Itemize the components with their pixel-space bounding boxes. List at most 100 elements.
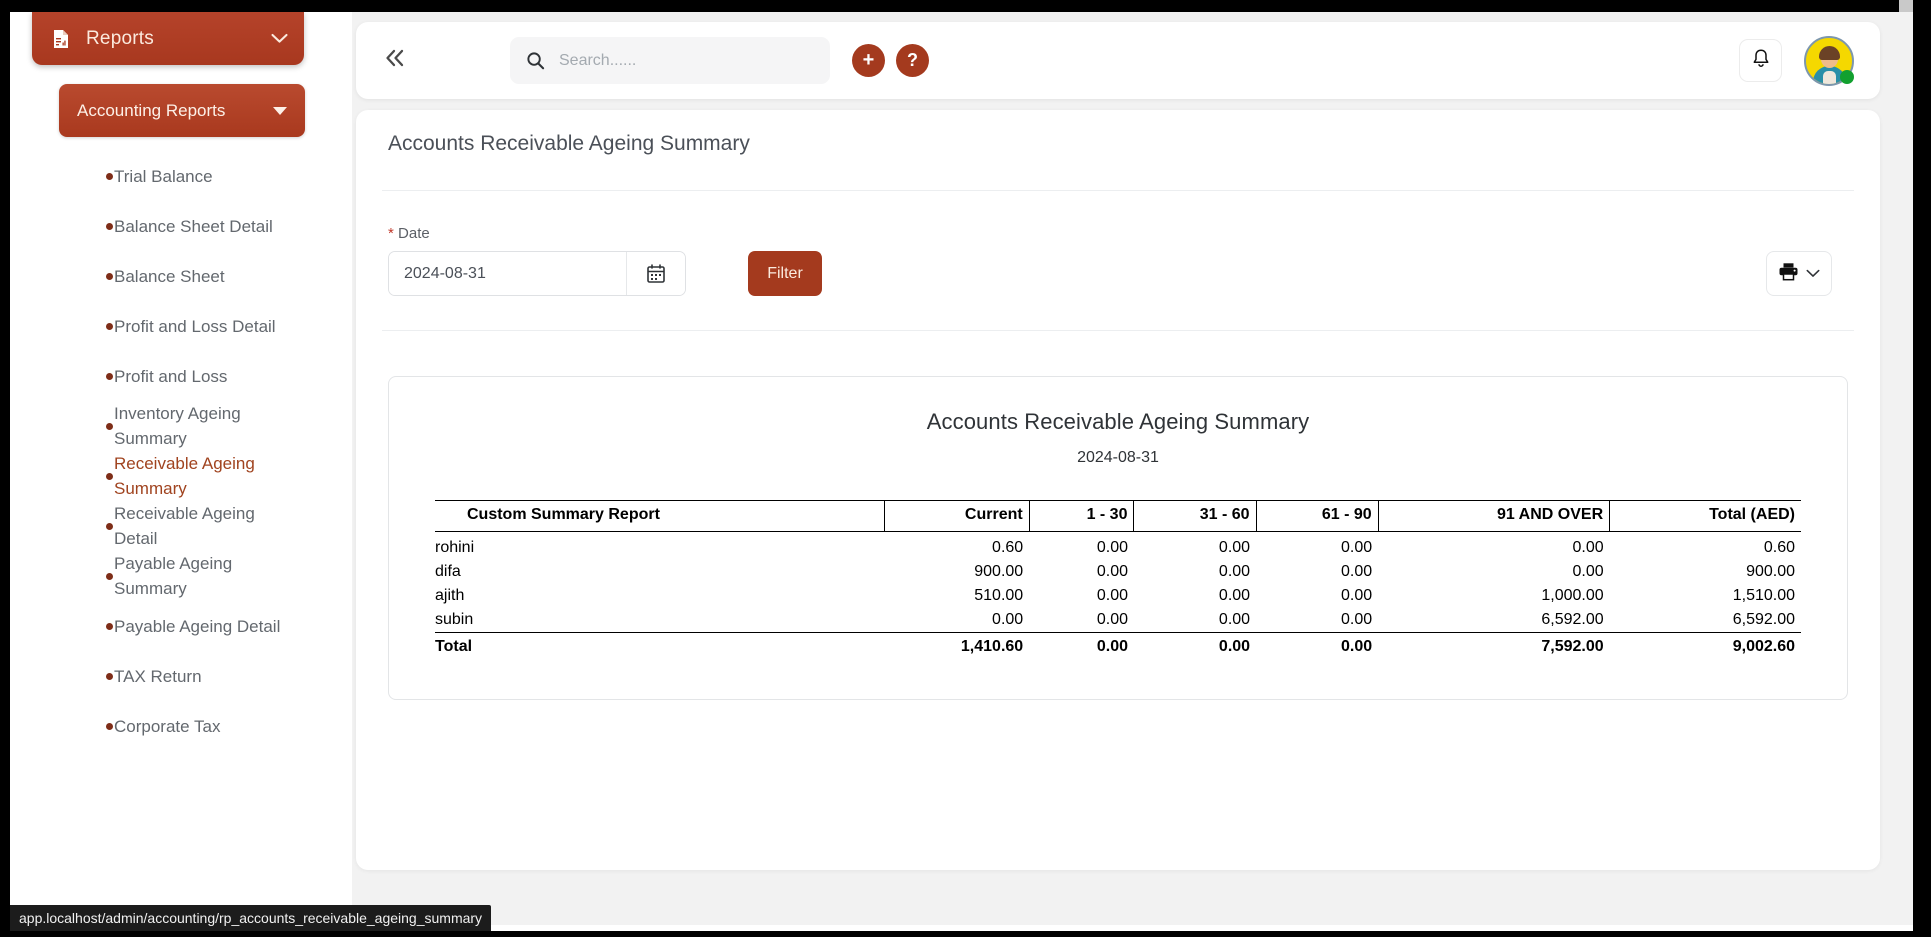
bullet-icon [106,322,113,330]
sidebar-item-label: Receivable Ageing Summary [114,454,255,498]
sidebar-item-payable-ageing-summary[interactable]: Payable Ageing Summary [10,551,343,601]
row-value: 0.00 [1218,611,1251,628]
status-online-indicator [1840,69,1854,84]
help-button[interactable]: ? [896,44,929,77]
total-value: 0.00 [1029,632,1134,659]
row-value: 0.60 [992,539,1024,556]
total-value: 1,410.60 [884,632,1030,659]
row-value: 0.00 [1341,563,1373,580]
add-button[interactable]: + [852,44,885,77]
sidebar-header-reports[interactable]: Reports [32,12,304,65]
row-value: 0.00 [1218,587,1251,604]
date-label: * Date [388,225,686,242]
row-value: 0.60 [1763,539,1795,556]
status-bar-url: app.localhost/admin/accounting/rp_accoun… [19,910,483,926]
bullet-icon [106,372,113,380]
column-header: Current [884,500,1030,532]
row-value: 0.00 [1218,539,1251,556]
sidebar-item-label: Inventory Ageing Summary [114,404,241,448]
column-header: 61 - 90 [1256,500,1379,532]
report-date: 2024-08-31 [1077,449,1159,466]
print-button[interactable] [1766,251,1832,296]
search-input[interactable] [559,51,814,70]
table-header: Custom Summary Report Current 1 - 30 31 - 6… [435,500,1801,532]
row-value: 1,000.00 [1541,587,1604,604]
column-header: Custom Summary Report [435,500,886,532]
top-navigation-bar: + ? [356,22,1880,99]
sidebar-item-trial-balance[interactable]: Trial Balance [10,151,343,201]
caret-down-icon [273,106,287,115]
row-value: 0.00 [1341,539,1373,556]
row-value: 0.00 [1096,563,1128,580]
date-field-group: * Date [388,225,686,296]
content-card: Accounts Receivable Ageing Summary * Dat… [356,110,1880,870]
sidebar-item-inventory-ageing-summary[interactable]: Inventory Ageing Summary [10,401,343,451]
calendar-icon[interactable] [626,252,685,295]
date-label-text: Date [398,225,430,242]
table-total-row: Total 1,410.60 0.00 0.00 0.00 7,592.00 9,002.6… [435,632,1801,659]
avatar[interactable] [1804,35,1854,86]
sidebar-item-label: Balance Sheet [114,266,225,286]
date-input[interactable] [389,252,626,295]
row-value: 6,592.00 [1541,611,1604,628]
sidebar-item-label: Payable Ageing Summary [114,554,233,598]
sidebar-item-corporate-tax[interactable]: Corporate Tax [10,701,343,751]
sidebar-item-label: Corporate Tax [114,716,221,736]
table-body: rohini 0.60 0.00 0.00 0.00 0.00 0.60 difa 900.00… [435,532,1801,633]
report-title: Accounts Receivable Ageing Summary [926,409,1310,434]
sidebar-item-tax-return[interactable]: TAX Return [10,651,343,701]
row-value: 0.00 [1096,539,1128,556]
row-name: rohini [435,539,475,556]
window-top-border [0,0,1931,12]
sidebar-item-payable-ageing-detail[interactable]: Payable Ageing Detail [10,601,343,651]
bell-icon [1751,48,1771,74]
sidebar-item-label: Trial Balance [114,166,213,186]
search-icon [526,51,545,70]
required-asterisk: * [388,225,394,242]
row-value: 900.00 [1746,563,1795,580]
notifications-button[interactable] [1739,39,1782,82]
main-area: + ? [352,12,1913,925]
page-title: Accounts Receivable Ageing Summary [388,132,750,155]
search-box[interactable] [510,37,830,84]
bullet-icon [106,272,113,280]
bullet-icon [106,622,113,630]
row-value: 0.00 [1572,563,1604,580]
sidebar-item-profit-and-loss-detail[interactable]: Profit and Loss Detail [10,301,343,351]
table-row: subin 0.00 0.00 0.00 0.00 6,592.00 6,592.00 [435,608,1801,633]
sidebar-item-receivable-ageing-detail[interactable]: Receivable Ageing Detail [10,501,343,551]
window-left-border [0,0,10,937]
table-row: rohini 0.60 0.00 0.00 0.00 0.00 0.60 [435,532,1801,561]
row-value: 0.00 [1341,587,1373,604]
window-bottom-border [0,931,1931,937]
sidebar-item-label: Profit and Loss [114,366,228,386]
sidebar-item-profit-and-loss[interactable]: Profit and Loss [10,351,343,401]
sidebar: Reports Accounting Reports Trial Balance… [10,12,343,925]
column-header: 1 - 30 [1029,500,1135,532]
table-row: difa 900.00 0.00 0.00 0.00 0.00 900.00 [435,560,1801,584]
date-input-wrapper[interactable] [388,251,686,296]
ageing-summary-table: Custom Summary Report Current 1 - 30 31 - 6… [435,500,1801,659]
double-chevron-left-icon[interactable] [382,47,410,74]
sidebar-group-label: Accounting Reports [77,100,226,120]
printer-icon [1778,262,1799,286]
row-value: 0.00 [1218,563,1251,580]
sidebar-group-accounting-reports[interactable]: Accounting Reports [59,84,305,137]
chevron-down-icon[interactable] [271,29,288,49]
bullet-icon [106,172,113,180]
sidebar-menu: Trial Balance Balance Sheet Detail Balance… [10,145,343,751]
sidebar-item-receivable-ageing-summary[interactable]: Receivable Ageing Summary [10,451,343,501]
avatar-hair [1819,45,1840,60]
bullet-icon [106,422,113,430]
filter-button[interactable]: Filter [748,251,822,296]
report-document-icon [48,26,74,52]
column-header: Total (AED) [1609,500,1801,532]
row-value: 900.00 [974,563,1024,580]
table-footer: Total 1,410.60 0.00 0.00 0.00 7,592.00 9,002.6… [435,632,1801,659]
sidebar-item-label: Profit and Loss Detail [114,316,276,336]
sidebar-item-balance-sheet[interactable]: Balance Sheet [10,251,343,301]
sidebar-item-balance-sheet-detail[interactable]: Balance Sheet Detail [10,201,343,251]
row-value: 0.00 [1341,611,1373,628]
row-value: 0.00 [1572,539,1604,556]
bullet-icon [106,522,113,530]
